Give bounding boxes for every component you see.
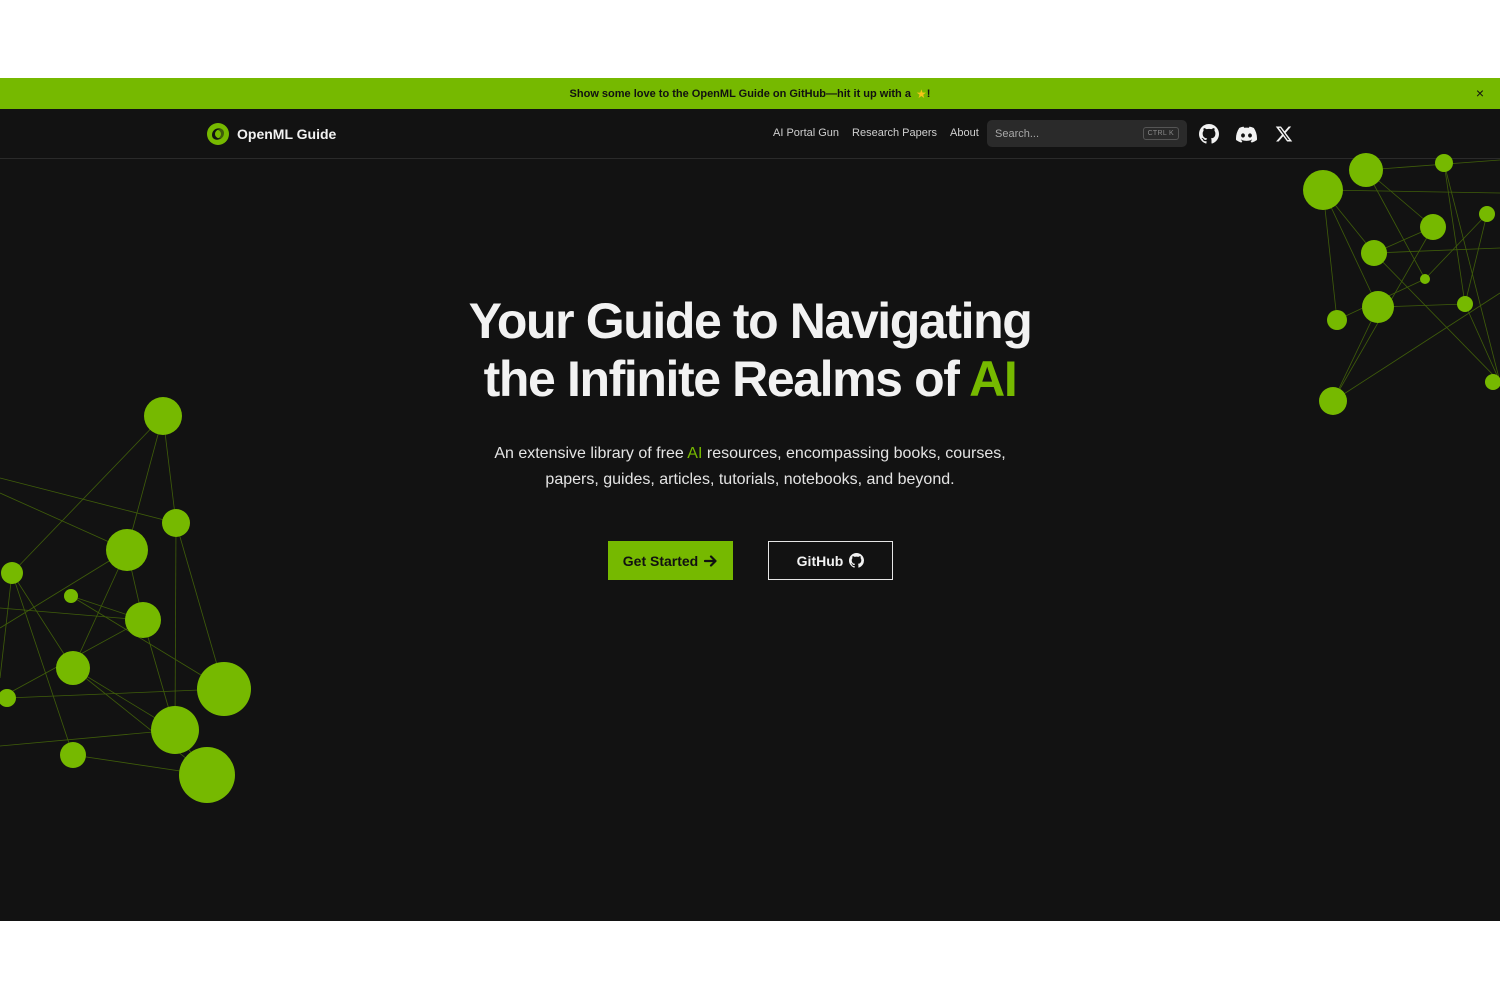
top-nav: OpenML Guide AI Portal Gun Research Pape… <box>0 109 1500 159</box>
hero-section: Your Guide to Navigating the Infinite Re… <box>0 292 1500 493</box>
logo-icon <box>207 123 229 145</box>
discord-icon[interactable] <box>1235 123 1257 145</box>
github-button-label: GitHub <box>796 552 844 569</box>
hero-subtitle-accent: AI <box>687 445 703 462</box>
hero-title-line2: the Infinite Realms of <box>483 351 960 407</box>
search-input[interactable] <box>995 127 1143 140</box>
hero-title: Your Guide to Navigating the Infinite Re… <box>0 292 1500 408</box>
nav-link-research-papers[interactable]: Research Papers <box>852 127 937 139</box>
announcement-banner: Show some love to the OpenML Guide on Gi… <box>0 78 1500 109</box>
x-icon[interactable] <box>1273 123 1295 145</box>
brand-name: OpenML Guide <box>237 126 337 142</box>
hero-subtitle: An extensive library of free AI resource… <box>0 441 1500 493</box>
hero-title-line1: Your Guide to Navigating <box>468 293 1033 349</box>
cta-group: Get Started GitHub <box>0 541 1500 581</box>
close-icon[interactable]: × <box>1472 84 1488 102</box>
get-started-label: Get Started <box>622 552 699 569</box>
github-icon <box>849 553 865 568</box>
search-shortcut-badge: CTRL K <box>1142 127 1179 140</box>
search-box[interactable]: CTRL K <box>987 120 1187 147</box>
github-icon[interactable] <box>1198 123 1220 145</box>
brand-logo[interactable]: OpenML Guide <box>206 122 336 146</box>
github-button[interactable]: GitHub <box>768 541 893 580</box>
nav-link-ai-portal-gun[interactable]: AI Portal Gun <box>773 127 839 139</box>
hero-title-accent: AI <box>969 351 1018 407</box>
hero-subtitle-line1-suffix: resources, encompassing books, courses, <box>706 445 1006 462</box>
star-icon: ★ <box>916 86 927 101</box>
banner-message: Show some love to the OpenML Guide on Gi… <box>569 87 911 100</box>
get-started-button[interactable]: Get Started <box>608 541 733 580</box>
hero-subtitle-prefix: An extensive library of free <box>494 445 684 462</box>
page-frame: Show some love to the OpenML Guide on Gi… <box>0 78 1500 921</box>
banner-suffix: ! <box>926 87 931 100</box>
arrow-right-icon <box>704 554 717 567</box>
hero-subtitle-line2: papers, guides, articles, tutorials, not… <box>545 471 955 488</box>
nav-link-about[interactable]: About <box>950 127 979 139</box>
nav-links: AI Portal Gun Research Papers About <box>773 127 979 139</box>
